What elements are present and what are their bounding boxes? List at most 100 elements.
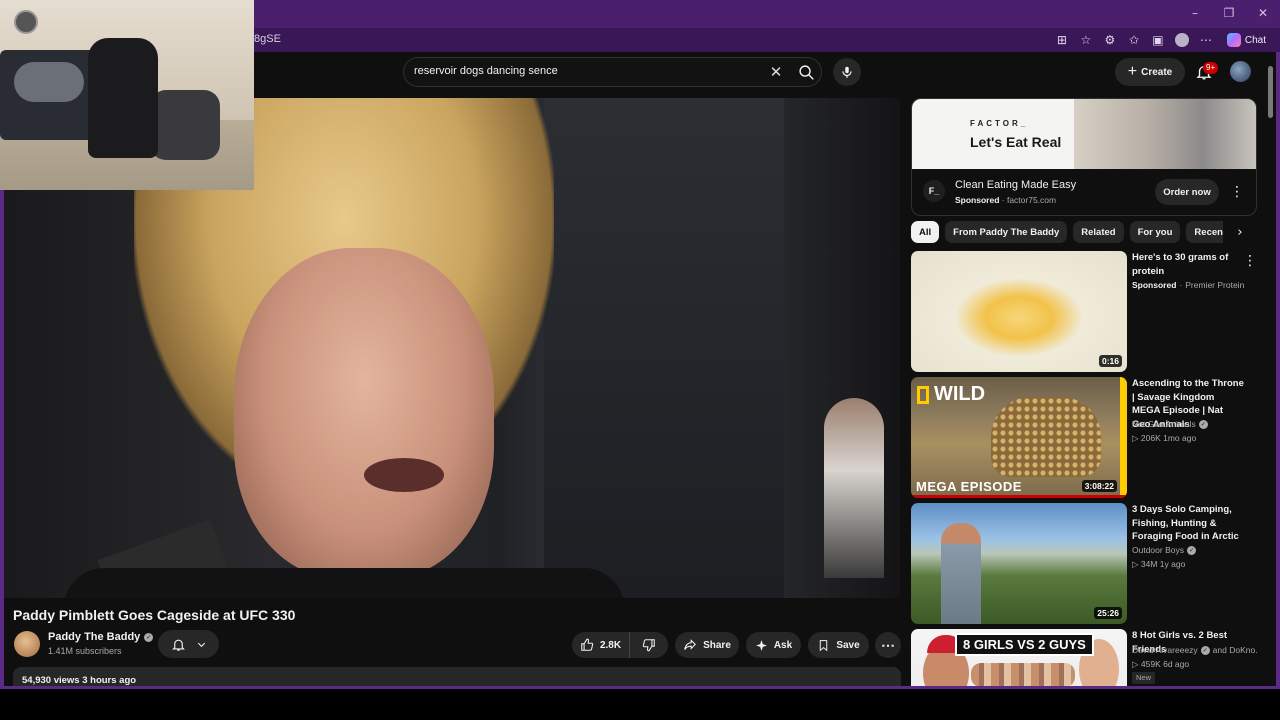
share-button[interactable]: Share (675, 632, 739, 658)
recommendation-meta: ▷ 206K 1mo ago (1132, 433, 1197, 443)
favorite-star-icon[interactable]: ☆ (1077, 31, 1095, 49)
taskbar-area (0, 689, 1280, 720)
chip-all[interactable]: All (911, 221, 940, 243)
search-button[interactable] (792, 59, 820, 85)
voice-search-button[interactable] (833, 58, 861, 86)
like-count: 2.8K (599, 639, 622, 651)
order-now-button[interactable]: Order now (1155, 179, 1219, 205)
search-input[interactable]: reservoir dogs dancing sence (414, 65, 558, 77)
split-screen-icon[interactable]: ⊞ (1053, 31, 1071, 49)
chip-recently-uploaded[interactable]: Recently uploaded (1186, 221, 1223, 243)
scrollbar-thumb[interactable] (1268, 66, 1273, 118)
channel-name[interactable]: Paddy The Baddy (48, 631, 140, 643)
play-icon: ▷ (1132, 433, 1141, 443)
recommendation-item[interactable]: 8 GIRLS VS 2 GUYS 8 Hot Girls vs. 2 Best… (911, 629, 1257, 687)
chevron-down-icon (197, 642, 205, 647)
restore-icon[interactable]: ❐ (1212, 0, 1246, 26)
chat-label: Chat (1244, 34, 1266, 46)
video-thumbnail[interactable]: 25:26 (911, 503, 1127, 624)
ad-logo[interactable]: F_ (923, 180, 945, 202)
minimize-icon[interactable]: – (1178, 0, 1212, 26)
subscribed-notifications-button[interactable] (158, 630, 219, 658)
search-box[interactable]: reservoir dogs dancing sence ✕ (403, 57, 822, 87)
frame-right (1276, 52, 1280, 688)
natgeo-icon (917, 385, 929, 404)
recommendation-channel: David Alvareeezy ✓ and DoKno... (1132, 645, 1257, 655)
ad-banner[interactable]: FACTOR_ Let's Eat Real (912, 99, 1256, 169)
ad-sponsor-line: Sponsored · factor75.com (955, 195, 1057, 205)
page-scrollbar[interactable] (1266, 56, 1276, 686)
chevron-right-icon[interactable]: › (1232, 224, 1248, 240)
url-text[interactable]: 8gSE (254, 33, 281, 45)
ad-title[interactable]: Clean Eating Made Easy (955, 179, 1076, 191)
recommendation-item[interactable]: 25:26 3 Days Solo Camping, Fishing, Hunt… (911, 503, 1257, 624)
verified-check-icon: ✓ (144, 632, 154, 642)
video-thumbnail[interactable]: 0:16 (911, 251, 1127, 372)
like-dislike-group: 2.8K (572, 632, 668, 658)
more-horizontal-icon: ⋯ (881, 636, 895, 653)
bookmark-icon (820, 639, 828, 651)
webcam-armrest (150, 90, 220, 160)
video-background-person (824, 398, 884, 578)
video-thumbnail[interactable]: WILD MEGA EPISODE 3:08:22 (911, 377, 1127, 498)
video-title: Paddy Pimblett Goes Cageside at UFC 330 (13, 607, 296, 623)
thumbs-down-icon (642, 639, 655, 652)
create-button[interactable]: + Create (1115, 58, 1185, 86)
sponsored-ad-card[interactable]: FACTOR_ Let's Eat Real F_ Clean Eating M… (911, 98, 1257, 216)
chip-from-channel[interactable]: From Paddy The Baddy (945, 221, 1068, 243)
like-button[interactable]: 2.8K (572, 632, 630, 658)
watch-progress-bar (911, 495, 1127, 498)
duration-badge: 3:08:22 (1081, 480, 1117, 492)
extensions-icon[interactable]: ⚙ (1101, 31, 1119, 49)
account-avatar[interactable] (1230, 61, 1251, 82)
duration-badge: 0:16 (1098, 355, 1122, 367)
thumbs-up-icon (581, 638, 594, 651)
microphone-icon (842, 66, 852, 78)
ad-photo (1074, 99, 1256, 169)
chip-related[interactable]: Related (1073, 221, 1124, 243)
video-background-panel (544, 98, 784, 598)
save-button[interactable]: Save (808, 632, 869, 658)
recommendation-item[interactable]: WILD MEGA EPISODE 3:08:22 Ascending to t… (911, 377, 1257, 498)
sponsored-label: Sponsored (955, 195, 1000, 205)
play-icon: ▷ (1132, 559, 1141, 569)
video-subject-face (234, 248, 494, 578)
webcam-overlay (0, 0, 254, 190)
thumbnail-text: 8 GIRLS VS 2 GUYS (955, 633, 1094, 656)
close-icon[interactable]: ✕ (1246, 0, 1280, 26)
video-thumbnail[interactable]: 8 GIRLS VS 2 GUYS (911, 629, 1127, 687)
collections-icon[interactable]: ▣ (1149, 31, 1167, 49)
recommendation-item[interactable]: 0:16 Here's to 30 grams of protein Spons… (911, 251, 1257, 372)
recommendation-channel: Sponsored · Premier Protein (1132, 280, 1245, 290)
verified-check-icon: ✓ (1200, 645, 1210, 655)
copilot-chat-button[interactable]: Chat (1221, 33, 1272, 47)
dislike-button[interactable] (630, 632, 668, 658)
clear-search-icon[interactable]: ✕ (766, 62, 786, 82)
profile-icon[interactable] (1173, 31, 1191, 49)
thumbnail-crowd (971, 663, 1075, 687)
more-menu-icon[interactable]: ⋯ (1197, 31, 1215, 49)
chip-for-you[interactable]: For you (1129, 221, 1181, 243)
recommendation-meta: ▷ 459K 6d ago (1132, 659, 1190, 669)
channel-name-row[interactable]: Paddy The Baddy ✓ (48, 631, 154, 643)
thumbnail-text-wild: WILD (934, 383, 986, 405)
video-subject-body (64, 568, 624, 598)
verified-check-icon: ✓ (1186, 545, 1196, 555)
channel-name: David Alvareeezy (1132, 645, 1198, 655)
ask-button[interactable]: Ask (746, 632, 801, 658)
item-menu-icon[interactable]: ⋮ (1243, 251, 1257, 271)
views-and-date: 54,930 views 3 hours ago (22, 675, 137, 686)
ad-menu-icon[interactable]: ⋮ (1230, 182, 1244, 202)
thumbnail-hiker (941, 523, 981, 624)
channel-avatar[interactable] (14, 631, 40, 657)
ad-brand: FACTOR_ (970, 119, 1029, 128)
bell-icon (171, 639, 185, 651)
more-actions-button[interactable]: ⋯ (875, 632, 901, 658)
favorites-icon[interactable]: ✩ (1125, 31, 1143, 49)
webcam-blanket (14, 62, 84, 102)
recommendation-title[interactable]: Here's to 30 grams of protein (1132, 251, 1244, 278)
recommendation-title[interactable]: 3 Days Solo Camping, Fishing, Hunting & … (1132, 503, 1244, 544)
notification-count-badge: 9+ (1203, 62, 1219, 74)
play-icon: ▷ (1132, 659, 1141, 669)
recommendation-channel: Nat Geo Animals ✓ (1132, 419, 1208, 429)
